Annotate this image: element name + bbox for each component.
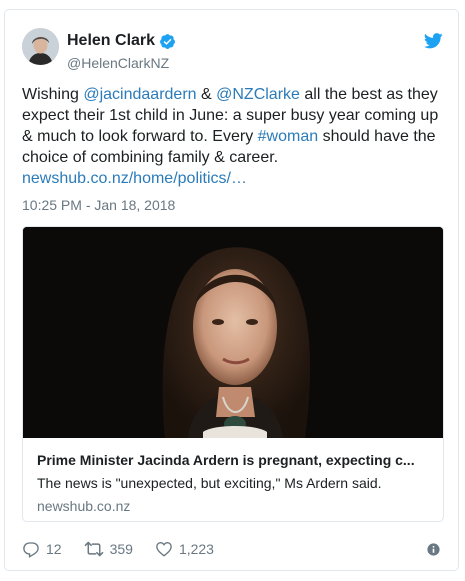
twitter-bird-icon[interactable]	[424, 33, 443, 49]
reply-icon	[23, 542, 39, 558]
avatar[interactable]	[22, 28, 59, 65]
tweet-embed: Helen Clark @HelenClarkNZ Wishing @jacin…	[4, 9, 459, 571]
reply-count: 12	[46, 541, 62, 557]
tweet-url-link[interactable]: newshub.co.nz/home/politics/…	[22, 170, 247, 187]
link-preview-card[interactable]: Prime Minister Jacinda Ardern is pregnan…	[22, 226, 444, 522]
author-name-row: Helen Clark	[67, 32, 176, 50]
retweet-count: 359	[109, 541, 133, 557]
tweet-text-segment: &	[196, 86, 217, 103]
mention-nzclarke[interactable]: @NZClarke	[216, 86, 300, 103]
like-action[interactable]: 1,223	[155, 540, 214, 558]
retweet-action[interactable]: 359	[84, 540, 133, 558]
retweet-icon	[84, 541, 103, 557]
tweet-text-segment: Wishing	[22, 86, 84, 103]
verified-badge-icon	[160, 33, 175, 49]
hashtag-woman[interactable]: #woman	[258, 128, 318, 145]
tweet-text: Wishing @jacindaardern & @NZClarke all t…	[22, 84, 442, 189]
like-icon	[156, 542, 172, 557]
like-count: 1,223	[178, 541, 214, 557]
author-name[interactable]: Helen Clark	[67, 32, 155, 50]
info-icon[interactable]	[427, 543, 440, 556]
tweet-timestamp[interactable]: 10:25 PM - Jan 18, 2018	[22, 197, 175, 213]
tweet-actions: 12 359 1,223	[22, 540, 236, 558]
card-image[interactable]	[23, 227, 443, 438]
card-title[interactable]: Prime Minister Jacinda Ardern is pregnan…	[37, 452, 431, 468]
author-handle[interactable]: @HelenClarkNZ	[67, 55, 169, 71]
card-domain: newshub.co.nz	[37, 498, 131, 514]
card-description: The news is "unexpected, but exciting," …	[37, 475, 382, 491]
reply-action[interactable]: 12	[22, 540, 62, 558]
mention-jacindaardern[interactable]: @jacindaardern	[83, 86, 196, 103]
